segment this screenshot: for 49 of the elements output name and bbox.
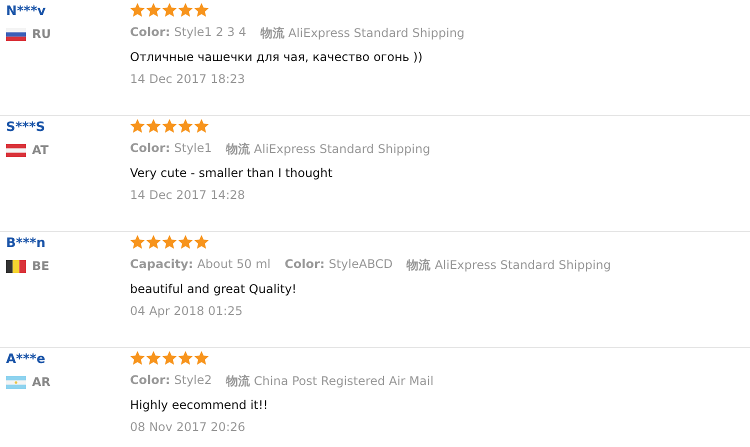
- star-icon: [146, 351, 161, 365]
- star-icon: [162, 3, 177, 17]
- country-code: AT: [32, 143, 49, 157]
- star-icon: [130, 235, 145, 249]
- star-icon: [130, 3, 145, 17]
- country-code: AR: [32, 375, 51, 389]
- product-attribute: Color: Style1: [130, 141, 212, 157]
- review-date: 14 Dec 2017 18:23: [130, 72, 246, 86]
- product-attribute: Capacity: About 50 ml: [130, 257, 271, 273]
- star-icon: [162, 351, 177, 365]
- flag-icon: [6, 144, 26, 156]
- star-icon: [146, 3, 161, 17]
- product-attribute: Color: StyleABCD: [284, 257, 393, 273]
- review-text: Highly eecommend it!!: [130, 398, 268, 412]
- star-icon: [130, 119, 145, 133]
- star-icon: [146, 119, 161, 133]
- country-code: BE: [32, 259, 50, 273]
- review-date: 08 Nov 2017 20:26: [130, 420, 246, 434]
- star-icon: [130, 351, 145, 365]
- star-icon: [178, 235, 193, 249]
- reviewer-name[interactable]: N***v: [6, 4, 46, 19]
- review-text: Very cute - smaller than I thought: [130, 166, 332, 180]
- star-icon: [178, 119, 193, 133]
- review-text: beautiful and great Quality!: [130, 282, 297, 296]
- star-icon: [194, 351, 209, 365]
- product-attribute: 物流 China Post Registered Air Mail: [226, 373, 434, 390]
- star-icon: [178, 351, 193, 365]
- flag-icon: [6, 28, 26, 40]
- review-date: 04 Apr 2018 01:25: [130, 304, 243, 318]
- product-attribute: 物流 AliExpress Standard Shipping: [226, 141, 430, 158]
- product-attribute: 物流 AliExpress Standard Shipping: [260, 25, 465, 42]
- product-attribute: Color: Style1 2 3 4: [130, 25, 246, 41]
- flag-icon: [6, 376, 26, 388]
- star-icon: [194, 3, 209, 17]
- product-attribute: Color: Style2: [130, 373, 212, 389]
- star-icon: [146, 235, 161, 249]
- star-icon: [162, 235, 177, 249]
- reviewer-name[interactable]: A***e: [6, 352, 46, 367]
- review-text: Отличные чашечки для чая, качество огонь )): [130, 50, 423, 64]
- star-icon: [162, 119, 177, 133]
- reviewer-name[interactable]: S***S: [6, 120, 46, 135]
- star-icon: [194, 235, 209, 249]
- product-attribute: 物流 AliExpress Standard Shipping: [406, 257, 612, 274]
- star-icon: [178, 3, 193, 17]
- flag-icon: [6, 260, 26, 272]
- country-code: RU: [32, 27, 51, 41]
- review-date: 14 Dec 2017 14:28: [130, 188, 246, 202]
- reviewer-name[interactable]: B***n: [6, 236, 46, 251]
- star-icon: [194, 119, 209, 133]
